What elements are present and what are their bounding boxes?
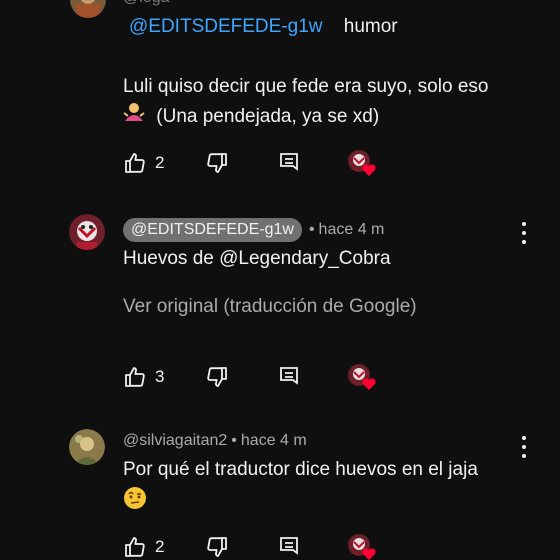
comment-replies-screen: @lega— @EDITSDEFEDE-g1w humor Luli quiso… bbox=[0, 0, 560, 560]
reply1-body-line3: (Una pendejada, ya se xd) bbox=[123, 101, 379, 132]
reply3-body-line2 bbox=[123, 486, 147, 519]
reply3-body-line1: Por qué el traductor dice huevos en el j… bbox=[123, 459, 478, 480]
reply2-separator: • bbox=[308, 221, 315, 238]
reply1-mention[interactable]: @EDITSDEFEDE-g1w bbox=[129, 16, 323, 37]
reply2-body: Huevos de @Legendary_Cobra bbox=[123, 245, 391, 273]
reply1-like-button[interactable]: 2 bbox=[123, 149, 164, 177]
reply1-creator-heart bbox=[347, 149, 377, 177]
thumbs-down-icon bbox=[207, 537, 227, 557]
reply1-mention-chip[interactable]: @EDITSDEFEDE-g1w bbox=[123, 13, 329, 41]
reply-comment-icon bbox=[280, 367, 298, 385]
reply1-avatar[interactable] bbox=[70, 0, 106, 18]
reply2-header: @EDITSDEFEDE-g1w • hace 4 m bbox=[123, 218, 384, 242]
see-original-link[interactable]: Ver original (traducción de Google) bbox=[123, 293, 417, 321]
reply2-avatar[interactable] bbox=[69, 214, 105, 250]
reply3-creator-heart bbox=[347, 533, 377, 560]
reply2-like-button[interactable]: 3 bbox=[123, 363, 164, 391]
reply1-mention-after: humor bbox=[343, 16, 398, 37]
more-vert-icon bbox=[522, 222, 526, 226]
reply3-header: @silviagaitan2 • hace 4 m bbox=[123, 429, 307, 453]
thumbs-up-icon bbox=[125, 367, 145, 387]
reply3-avatar[interactable] bbox=[69, 429, 105, 465]
reply3-more-button[interactable] bbox=[519, 436, 529, 458]
reply1-like-count: 2 bbox=[155, 153, 165, 172]
reply3-like-count: 2 bbox=[155, 537, 165, 556]
reply-comment-icon bbox=[280, 537, 298, 555]
person-shrugging-emoji bbox=[123, 101, 145, 132]
thumbs-up-icon bbox=[125, 153, 145, 173]
creator-heart-icon bbox=[348, 534, 376, 560]
reply2-body-prefix: Huevos de bbox=[123, 248, 220, 269]
creator-heart-icon bbox=[348, 364, 376, 390]
more-vert-dot bbox=[522, 445, 526, 449]
more-vert-icon bbox=[522, 436, 526, 440]
creator-heart-icon bbox=[348, 150, 376, 176]
reply2-time: hace 4 m bbox=[318, 221, 385, 238]
more-vert-dot bbox=[522, 240, 526, 244]
reply1-author-cut: @lega— bbox=[123, 0, 186, 10]
reply2-dislike-button[interactable] bbox=[205, 363, 229, 391]
thumbs-up-icon bbox=[125, 537, 145, 557]
reply2-body-mention[interactable]: @Legendary_Cobra bbox=[219, 248, 390, 269]
reply1-body-line1: @EDITSDEFEDE-g1w humor bbox=[123, 13, 398, 41]
more-vert-dot bbox=[522, 231, 526, 235]
reply1-reply-button[interactable] bbox=[277, 149, 301, 177]
reply2-creator-heart bbox=[347, 363, 377, 391]
reply1-actions: 2 bbox=[123, 149, 383, 177]
reply-comment-icon bbox=[280, 153, 298, 171]
reply3-author[interactable]: @silviagaitan2 bbox=[123, 429, 227, 453]
reply2-author-chip[interactable]: @EDITSDEFEDE-g1w bbox=[123, 218, 302, 242]
reply1-body-line2: Luli quiso decir que fede era suyo, solo… bbox=[123, 76, 489, 97]
more-vert-dot bbox=[522, 454, 526, 458]
reply1-body-tail: (Una pendejada, ya se xd) bbox=[156, 105, 380, 127]
reply3-dislike-button[interactable] bbox=[205, 533, 229, 560]
face-with-raised-eyebrow-emoji bbox=[123, 486, 147, 519]
reply2-more-button[interactable] bbox=[519, 222, 529, 244]
reply3-actions: 2 bbox=[123, 533, 383, 560]
thumbs-down-icon bbox=[207, 367, 227, 387]
reply3-separator: • bbox=[231, 432, 237, 449]
reply2-like-count: 3 bbox=[155, 367, 165, 386]
reply3-reply-button[interactable] bbox=[277, 533, 301, 560]
reply2-actions: 3 bbox=[123, 363, 383, 391]
reply3-like-button[interactable]: 2 bbox=[123, 533, 164, 560]
reply3-time: hace 4 m bbox=[240, 432, 307, 449]
reply2-reply-button[interactable] bbox=[277, 363, 301, 391]
thumbs-down-icon bbox=[207, 153, 227, 173]
reply1-dislike-button[interactable] bbox=[205, 149, 229, 177]
